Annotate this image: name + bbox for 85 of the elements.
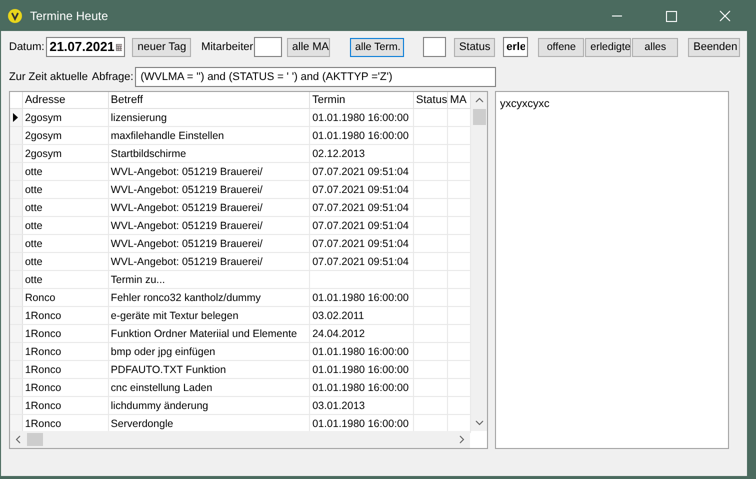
query-field[interactable]: (WVLMA = '') and (STATUS = ' ') and (AKTTYP ='Z') bbox=[135, 67, 496, 87]
all-employees-button[interactable]: alle MA bbox=[287, 38, 330, 56]
scroll-thumb[interactable] bbox=[472, 109, 486, 125]
horizontal-scrollbar[interactable] bbox=[10, 431, 470, 448]
table-cell: 02.12.2013 bbox=[312, 148, 365, 160]
table-cell: 01.01.1980 16:00:00 bbox=[312, 382, 409, 394]
table-cell: otte bbox=[24, 184, 42, 196]
memo-text: yxcyxcyxc bbox=[500, 98, 550, 110]
table-cell: bmp oder jpg einfügen bbox=[110, 346, 216, 358]
table-cell: Funktion Ordner Materiial und Elemente bbox=[110, 328, 297, 340]
table-cell: e-geräte mit Textur belegen bbox=[110, 310, 238, 322]
table-cell: 01.01.1980 16:00:00 bbox=[312, 112, 409, 124]
exit-button[interactable]: Beenden bbox=[688, 38, 740, 56]
memo-field[interactable]: yxcyxcyxc bbox=[495, 91, 729, 449]
employee-field[interactable] bbox=[254, 37, 282, 57]
table-cell: WVL-Angebot: 051219 Brauerei/ bbox=[110, 220, 263, 232]
table-cell: 1Ronco bbox=[24, 418, 62, 430]
table-cell: otte bbox=[24, 238, 42, 250]
table-cell: 03.02.2011 bbox=[312, 310, 364, 322]
table-cell: lizensierung bbox=[110, 112, 167, 124]
filter-button[interactable]: erledigte bbox=[585, 38, 632, 56]
table-cell: 1Ronco bbox=[24, 382, 62, 394]
table-cell: 07.07.2021 09:51:04 bbox=[312, 238, 409, 250]
table-cell: WVL-Angebot: 051219 Brauerei/ bbox=[110, 166, 263, 178]
table-cell: Fehler ronco32 kantholz/dummy bbox=[110, 292, 261, 304]
table-cell: 07.07.2021 09:51:04 bbox=[312, 202, 409, 214]
table-cell: Serverdongle bbox=[110, 418, 174, 430]
row-indicator[interactable] bbox=[10, 109, 23, 126]
app-logo-icon bbox=[8, 8, 22, 22]
table-cell: 01.01.1980 16:00:00 bbox=[312, 292, 409, 304]
table-cell: 1Ronco bbox=[24, 346, 62, 358]
table-cell: otte bbox=[24, 256, 42, 268]
table-cell: 07.07.2021 09:51:04 bbox=[312, 166, 409, 178]
table-cell: maxfilehandle Einstellen bbox=[110, 130, 224, 142]
table-cell: Ronco bbox=[24, 292, 56, 304]
all-appointments-button[interactable]: alle Term. bbox=[350, 38, 404, 56]
table-cell: 1Ronco bbox=[24, 328, 62, 340]
date-field[interactable]: 21.07.2021 bbox=[46, 37, 126, 57]
table-cell: cnc einstellung Laden bbox=[110, 382, 212, 394]
employee-label: Mitarbeiter bbox=[201, 40, 254, 55]
current-row-icon bbox=[13, 113, 18, 122]
table-cell: 1Ronco bbox=[24, 310, 62, 322]
table-cell: 1Ronco bbox=[24, 400, 62, 412]
table-cell: WVL-Angebot: 051219 Brauerei/ bbox=[110, 202, 263, 214]
table-cell: 07.07.2021 09:51:04 bbox=[312, 256, 409, 268]
table-cell: lichdummy änderung bbox=[110, 400, 208, 412]
column-header[interactable]: Termin bbox=[310, 92, 414, 108]
table-cell: Termin zu... bbox=[110, 274, 166, 286]
table-cell: otte bbox=[24, 166, 42, 178]
table-cell: PDFAUTO.TXT Funktion bbox=[110, 364, 226, 376]
column-header[interactable]: Adresse bbox=[22, 92, 109, 108]
new-day-button[interactable]: neuer Tag bbox=[132, 38, 192, 56]
table-cell: otte bbox=[24, 274, 42, 286]
query-label: Abfrage: bbox=[92, 70, 134, 85]
text-field[interactable] bbox=[423, 37, 446, 57]
filter-button[interactable]: offene bbox=[538, 38, 584, 56]
vertical-scrollbar[interactable] bbox=[471, 92, 487, 431]
column-header[interactable]: Betreff bbox=[108, 92, 310, 108]
table-cell: 2gosym bbox=[24, 148, 62, 160]
status-button[interactable]: Status bbox=[454, 38, 496, 56]
table-cell: WVL-Angebot: 051219 Brauerei/ bbox=[110, 256, 263, 268]
table-cell: otte bbox=[24, 202, 42, 214]
date-label: Datum: bbox=[9, 40, 44, 55]
table-cell: 1Ronco bbox=[24, 364, 62, 376]
current-label: Zur Zeit aktuelle bbox=[9, 70, 88, 85]
table-cell: 01.01.1980 16:00:00 bbox=[312, 418, 409, 430]
table-cell: 07.07.2021 09:51:04 bbox=[312, 220, 409, 232]
table-cell: 01.01.1980 16:00:00 bbox=[312, 364, 409, 376]
scroll-thumb[interactable] bbox=[27, 433, 43, 446]
column-header[interactable]: Status bbox=[414, 92, 448, 108]
table-cell: otte bbox=[24, 220, 42, 232]
window-title: Termine Heute bbox=[30, 8, 108, 24]
table-cell: 01.01.1980 16:00:00 bbox=[312, 346, 409, 358]
table-cell: Startbildschirme bbox=[110, 148, 186, 160]
status-field[interactable]: erle bbox=[503, 37, 528, 57]
table-cell: 2gosym bbox=[24, 130, 62, 142]
table-cell: 03.01.2013 bbox=[312, 400, 365, 412]
table-cell: 24.04.2012 bbox=[312, 328, 365, 340]
table-cell: 01.01.1980 16:00:00 bbox=[312, 130, 409, 142]
table-cell: WVL-Angebot: 051219 Brauerei/ bbox=[110, 238, 263, 250]
calendar-icon[interactable] bbox=[116, 42, 122, 52]
filter-button[interactable]: alles bbox=[632, 38, 678, 56]
table-cell: 2gosym bbox=[24, 112, 62, 124]
table-cell: WVL-Angebot: 051219 Brauerei/ bbox=[110, 184, 263, 196]
table-cell: 07.07.2021 09:51:04 bbox=[312, 184, 409, 196]
